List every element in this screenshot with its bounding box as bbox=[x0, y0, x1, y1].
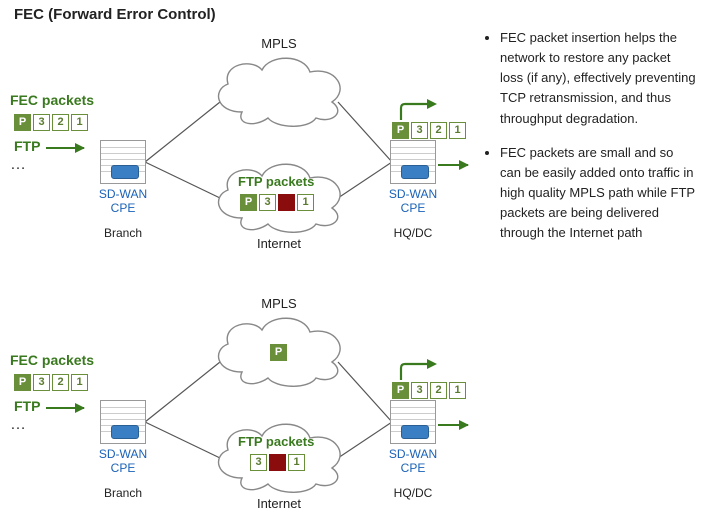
restore-arrow-icon bbox=[393, 362, 451, 384]
description-panel: FEC packet insertion helps the network t… bbox=[486, 28, 696, 257]
bullet-2: FEC packets are small and so can be easi… bbox=[500, 143, 696, 244]
branch-site-label: Branch bbox=[96, 486, 150, 500]
packet-1: 1 bbox=[297, 194, 314, 211]
packet-1: 1 bbox=[71, 114, 88, 131]
packet-2: 2 bbox=[430, 382, 447, 399]
packet-1: 1 bbox=[449, 122, 466, 139]
fec-packets-label: FEC packets bbox=[10, 92, 94, 108]
branch-cpe-label: SD-WAN CPE bbox=[86, 448, 160, 476]
internet-packet-row: 3 1 bbox=[250, 454, 305, 471]
branch-cpe: SD-WAN CPE bbox=[100, 140, 146, 184]
dest-packet-row: P 3 2 1 bbox=[392, 382, 466, 399]
branch-site-label: Branch bbox=[96, 226, 150, 240]
packet-lost-icon bbox=[269, 454, 286, 471]
ftp-packets-label: FTP packets bbox=[238, 434, 314, 449]
hq-cpe: SD-WAN CPE bbox=[390, 400, 436, 444]
ellipsis-icon: … bbox=[10, 416, 26, 434]
branch-cpe: SD-WAN CPE bbox=[100, 400, 146, 444]
branch-cpe-label: SD-WAN CPE bbox=[86, 188, 160, 216]
packet-p: P bbox=[240, 194, 257, 211]
ellipsis-icon: … bbox=[10, 156, 26, 174]
packet-3: 3 bbox=[259, 194, 276, 211]
mpls-label: MPLS bbox=[204, 296, 354, 311]
packet-2: 2 bbox=[430, 122, 447, 139]
diagram-top: FEC packets P 3 2 1 FTP … SD-WAN CPE Bra… bbox=[0, 30, 480, 250]
packet-3: 3 bbox=[33, 374, 50, 391]
hq-cpe-label: SD-WAN CPE bbox=[376, 188, 450, 216]
mpls-cloud bbox=[204, 50, 354, 128]
packet-p: P bbox=[14, 114, 31, 131]
mpls-label: MPLS bbox=[204, 36, 354, 51]
packet-1: 1 bbox=[288, 454, 305, 471]
diagram-bottom: FEC packets P 3 2 1 FTP … SD-WAN CPE Bra… bbox=[0, 290, 480, 510]
hq-site-label: HQ/DC bbox=[380, 226, 446, 240]
packet-3: 3 bbox=[411, 122, 428, 139]
page-title: FEC (Forward Error Control) bbox=[14, 6, 216, 23]
output-arrow-icon bbox=[438, 424, 468, 426]
packet-p: P bbox=[270, 344, 287, 361]
packet-1: 1 bbox=[449, 382, 466, 399]
hq-cpe-label: SD-WAN CPE bbox=[376, 448, 450, 476]
hq-cpe: SD-WAN CPE bbox=[390, 140, 436, 184]
internet-packet-row: P 3 1 bbox=[240, 194, 314, 211]
ftp-packets-label: FTP packets bbox=[238, 174, 314, 189]
bullet-1: FEC packet insertion helps the network t… bbox=[500, 28, 696, 129]
packet-p: P bbox=[392, 382, 409, 399]
ftp-arrow-icon bbox=[46, 147, 84, 149]
packet-p: P bbox=[14, 374, 31, 391]
packet-3: 3 bbox=[33, 114, 50, 131]
packet-p: P bbox=[392, 122, 409, 139]
dest-packet-row: P 3 2 1 bbox=[392, 122, 466, 139]
packet-lost-icon bbox=[278, 194, 295, 211]
packet-3: 3 bbox=[250, 454, 267, 471]
hq-site-label: HQ/DC bbox=[380, 486, 446, 500]
source-packet-row: P 3 2 1 bbox=[14, 114, 88, 131]
packet-2: 2 bbox=[52, 374, 69, 391]
internet-label: Internet bbox=[204, 496, 354, 511]
packet-3: 3 bbox=[411, 382, 428, 399]
ftp-label: FTP bbox=[14, 398, 40, 414]
ftp-arrow-icon bbox=[46, 407, 84, 409]
mpls-packet-row: P bbox=[270, 344, 287, 361]
output-arrow-icon bbox=[438, 164, 468, 166]
packet-2: 2 bbox=[52, 114, 69, 131]
restore-arrow-icon bbox=[393, 102, 451, 124]
fec-packets-label: FEC packets bbox=[10, 352, 94, 368]
packet-1: 1 bbox=[71, 374, 88, 391]
source-packet-row: P 3 2 1 bbox=[14, 374, 88, 391]
ftp-label: FTP bbox=[14, 138, 40, 154]
internet-label: Internet bbox=[204, 236, 354, 251]
